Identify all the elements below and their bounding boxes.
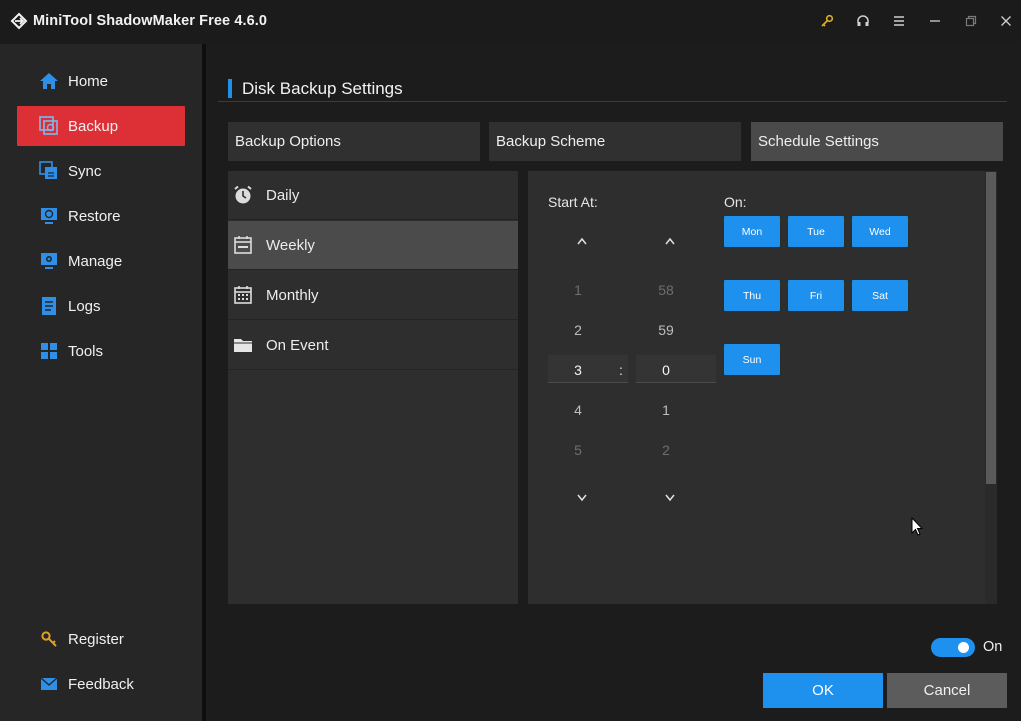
on-days-label: On: bbox=[724, 194, 747, 210]
hour-option[interactable]: 5 bbox=[548, 442, 608, 458]
toggle-knob[interactable] bbox=[958, 642, 969, 653]
mouse-cursor-icon bbox=[911, 517, 923, 536]
minute-option[interactable]: 59 bbox=[636, 322, 696, 338]
tab-backup-scheme[interactable]: Backup Scheme bbox=[489, 122, 741, 161]
tools-icon bbox=[39, 341, 59, 361]
sidebar-item-home[interactable]: Home bbox=[17, 61, 185, 101]
sidebar-item-register[interactable]: Register bbox=[17, 619, 185, 659]
sidebar-item-tools[interactable]: Tools bbox=[17, 331, 185, 371]
day-button-fri[interactable]: Fri bbox=[788, 280, 844, 311]
page-title: Disk Backup Settings bbox=[242, 79, 403, 98]
close-icon[interactable] bbox=[996, 11, 1016, 31]
day-button-sat[interactable]: Sat bbox=[852, 280, 908, 311]
minute-down-arrow-icon[interactable] bbox=[662, 492, 678, 504]
sync-icon bbox=[39, 161, 59, 181]
alarm-clock-icon bbox=[233, 185, 253, 205]
sidebar-item-restore[interactable]: Restore bbox=[17, 196, 185, 236]
frequency-monthly[interactable]: Monthly bbox=[228, 271, 518, 320]
sidebar-item-label: Restore bbox=[68, 207, 121, 225]
hour-up-arrow-icon[interactable] bbox=[574, 235, 590, 247]
home-icon bbox=[39, 71, 59, 91]
sidebar-item-feedback[interactable]: Feedback bbox=[17, 664, 185, 704]
app-logo-icon bbox=[10, 12, 28, 30]
calendar-week-icon bbox=[233, 235, 253, 255]
start-at-label: Start At: bbox=[548, 194, 598, 210]
sidebar-item-label: Feedback bbox=[68, 675, 134, 693]
frequency-label: On Event bbox=[266, 336, 329, 354]
minimize-icon[interactable] bbox=[925, 11, 945, 31]
title-divider bbox=[218, 101, 1007, 102]
page-title-accent bbox=[228, 79, 232, 98]
key-icon bbox=[39, 629, 59, 649]
sidebar-item-manage[interactable]: Manage bbox=[17, 241, 185, 281]
hour-selected[interactable]: 3 bbox=[548, 362, 608, 378]
menu-icon[interactable] bbox=[889, 11, 909, 31]
sidebar-item-sync[interactable]: Sync bbox=[17, 151, 185, 191]
app-title: MiniTool ShadowMaker Free 4.6.0 bbox=[33, 13, 268, 29]
frequency-label: Monthly bbox=[266, 286, 319, 304]
sidebar-item-label: Tools bbox=[68, 342, 104, 360]
mail-icon bbox=[39, 674, 59, 694]
minute-option[interactable]: 2 bbox=[636, 442, 696, 458]
frequency-daily[interactable]: Daily bbox=[228, 171, 518, 220]
key-icon[interactable] bbox=[817, 11, 837, 31]
sidebar-item-label: Manage bbox=[68, 252, 123, 270]
hour-down-arrow-icon[interactable] bbox=[574, 492, 590, 504]
restore-icon[interactable] bbox=[961, 11, 981, 31]
sidebar-item-label: Home bbox=[68, 72, 109, 90]
headset-icon[interactable] bbox=[853, 11, 873, 31]
sidebar-item-label: Logs bbox=[68, 297, 101, 315]
ok-button[interactable]: OK bbox=[763, 673, 883, 708]
hour-option[interactable]: 2 bbox=[548, 322, 608, 338]
frequency-weekly[interactable]: Weekly bbox=[228, 221, 518, 270]
hour-option[interactable]: 4 bbox=[548, 402, 608, 418]
day-button-wed[interactable]: Wed bbox=[852, 216, 908, 247]
minute-up-arrow-icon[interactable] bbox=[662, 235, 678, 247]
sidebar-item-label: Sync bbox=[68, 162, 102, 180]
frequency-label: Weekly bbox=[266, 236, 315, 254]
title-bar: MiniTool ShadowMaker Free 4.6.0 bbox=[0, 0, 1021, 44]
tab-backup-options[interactable]: Backup Options bbox=[228, 122, 480, 161]
tab-schedule-settings[interactable]: Schedule Settings bbox=[751, 122, 1003, 161]
minute-selected[interactable]: 0 bbox=[636, 362, 696, 378]
restore-icon bbox=[39, 206, 59, 226]
day-button-sun[interactable]: Sun bbox=[724, 344, 780, 375]
hour-option[interactable]: 1 bbox=[548, 282, 608, 298]
frequency-label: Daily bbox=[266, 186, 300, 204]
sidebar-item-label: Register bbox=[68, 630, 124, 648]
sidebar-item-logs[interactable]: Logs bbox=[17, 286, 185, 326]
day-button-tue[interactable]: Tue bbox=[788, 216, 844, 247]
sidebar-item-backup[interactable]: Backup bbox=[17, 106, 185, 146]
frequency-on-event[interactable]: On Event bbox=[228, 321, 518, 370]
time-separator: : bbox=[619, 362, 623, 378]
day-button-mon[interactable]: Mon bbox=[724, 216, 780, 247]
folder-icon bbox=[233, 335, 253, 355]
toggle-label: On bbox=[983, 639, 1003, 655]
sidebar-item-label: Backup bbox=[68, 117, 119, 135]
backup-icon bbox=[39, 116, 59, 136]
scrollbar-thumb[interactable] bbox=[986, 172, 996, 484]
cancel-button[interactable]: Cancel bbox=[887, 673, 1007, 708]
minute-option[interactable]: 58 bbox=[636, 282, 696, 298]
logs-icon bbox=[39, 296, 59, 316]
minute-option[interactable]: 1 bbox=[636, 402, 696, 418]
manage-icon bbox=[39, 251, 59, 271]
day-button-thu[interactable]: Thu bbox=[724, 280, 780, 311]
calendar-month-icon bbox=[233, 285, 253, 305]
